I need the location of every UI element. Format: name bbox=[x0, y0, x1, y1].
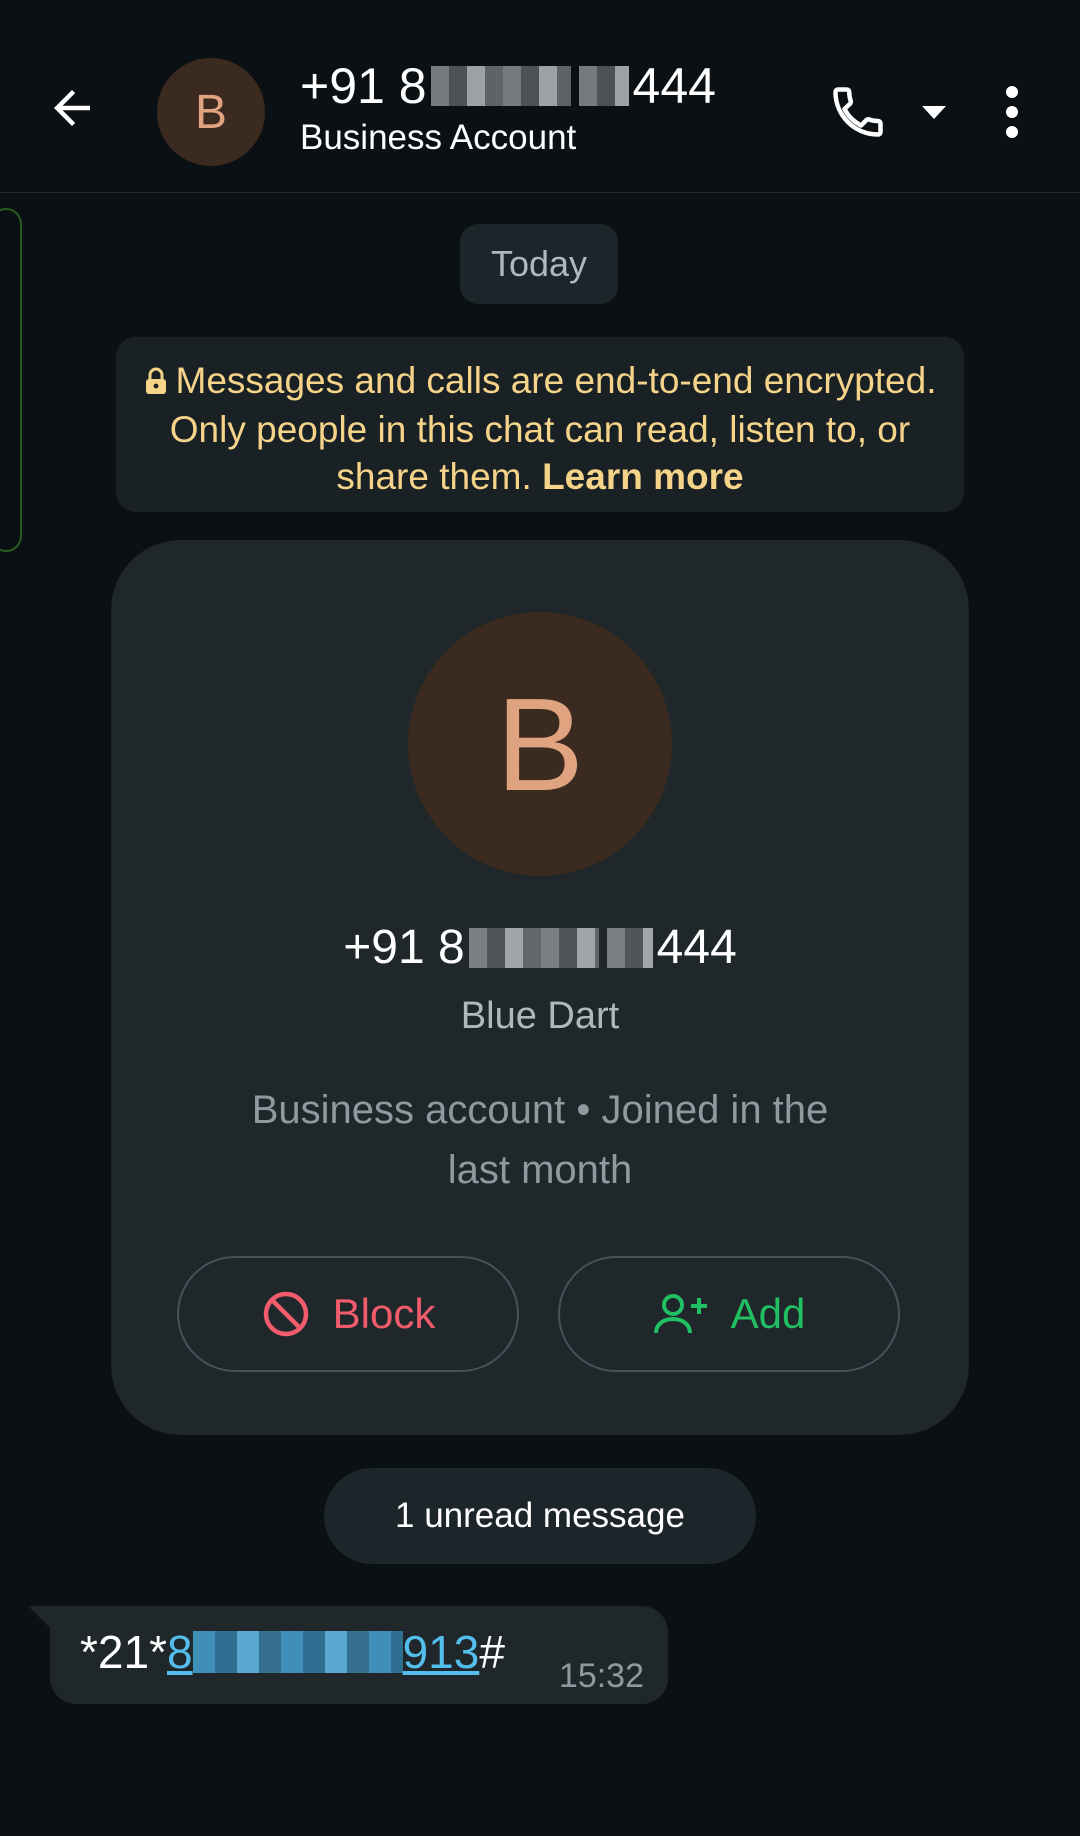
block-button[interactable]: Block bbox=[177, 1256, 519, 1372]
message-suffix: # bbox=[479, 1626, 505, 1678]
more-options-button[interactable] bbox=[990, 76, 1034, 148]
add-contact-button[interactable]: Add bbox=[558, 1256, 900, 1372]
redacted-digits bbox=[468, 928, 599, 968]
contact-avatar[interactable]: B bbox=[157, 58, 265, 166]
add-label: Add bbox=[730, 1290, 806, 1337]
contact-number: +91 8 444 bbox=[300, 56, 716, 116]
caret-down-icon bbox=[922, 106, 946, 119]
back-button[interactable] bbox=[36, 72, 108, 144]
contact-avatar-large[interactable]: B bbox=[408, 612, 672, 876]
avatar-letter: B bbox=[495, 670, 585, 818]
chat-header: B +91 8 444 Business Account bbox=[0, 0, 1080, 193]
more-vertical-icon bbox=[1006, 86, 1018, 138]
unread-messages-indicator: 1 unread message bbox=[324, 1468, 756, 1564]
date-separator: Today bbox=[460, 224, 618, 304]
redacted-digits bbox=[578, 66, 629, 106]
redacted-digits bbox=[606, 928, 653, 968]
call-options-dropdown[interactable] bbox=[912, 92, 956, 132]
contact-subtitle: Business Account bbox=[300, 118, 577, 157]
lock-icon bbox=[144, 359, 168, 406]
contact-info-card: B +91 8 444 Blue Dart Business account •… bbox=[111, 540, 969, 1435]
arrow-left-icon bbox=[54, 90, 90, 126]
voice-call-button[interactable] bbox=[822, 76, 894, 148]
business-description: Business account • Joined in the last mo… bbox=[251, 1088, 829, 1192]
phone-icon bbox=[833, 87, 883, 137]
phone-number-link[interactable]: 8 913 bbox=[167, 1624, 479, 1680]
contact-title[interactable]: +91 8 444 Business Account bbox=[300, 56, 716, 160]
incoming-message-bubble[interactable]: *21* 8 913 # 15:32 bbox=[50, 1606, 668, 1704]
message-prefix: *21* bbox=[80, 1626, 167, 1678]
learn-more-link[interactable]: Learn more bbox=[542, 456, 744, 497]
number-prefix: +91 8 bbox=[300, 58, 427, 114]
encryption-notice[interactable]: Messages and calls are end-to-end encryp… bbox=[116, 337, 964, 512]
block-icon bbox=[263, 1291, 308, 1337]
number-suffix: 444 bbox=[656, 921, 737, 974]
number-suffix: 444 bbox=[632, 58, 716, 114]
side-edge-indicator bbox=[0, 208, 22, 552]
message-text: *21* 8 913 # bbox=[80, 1624, 505, 1680]
add-person-icon bbox=[653, 1294, 707, 1334]
redacted-digits bbox=[430, 66, 571, 106]
block-label: Block bbox=[332, 1290, 436, 1337]
chat-screen: B +91 8 444 Business Account Today Messa… bbox=[0, 0, 1080, 1836]
link-end: 913 bbox=[402, 1626, 480, 1678]
avatar-letter: B bbox=[194, 85, 227, 139]
business-name: Blue Dart bbox=[460, 995, 620, 1037]
number-prefix: +91 8 bbox=[343, 921, 465, 974]
link-start: 8 bbox=[166, 1626, 193, 1678]
message-timestamp: 15:32 bbox=[558, 1657, 644, 1695]
redacted-digits bbox=[192, 1631, 403, 1673]
card-contact-number: +91 8 444 bbox=[111, 918, 969, 978]
